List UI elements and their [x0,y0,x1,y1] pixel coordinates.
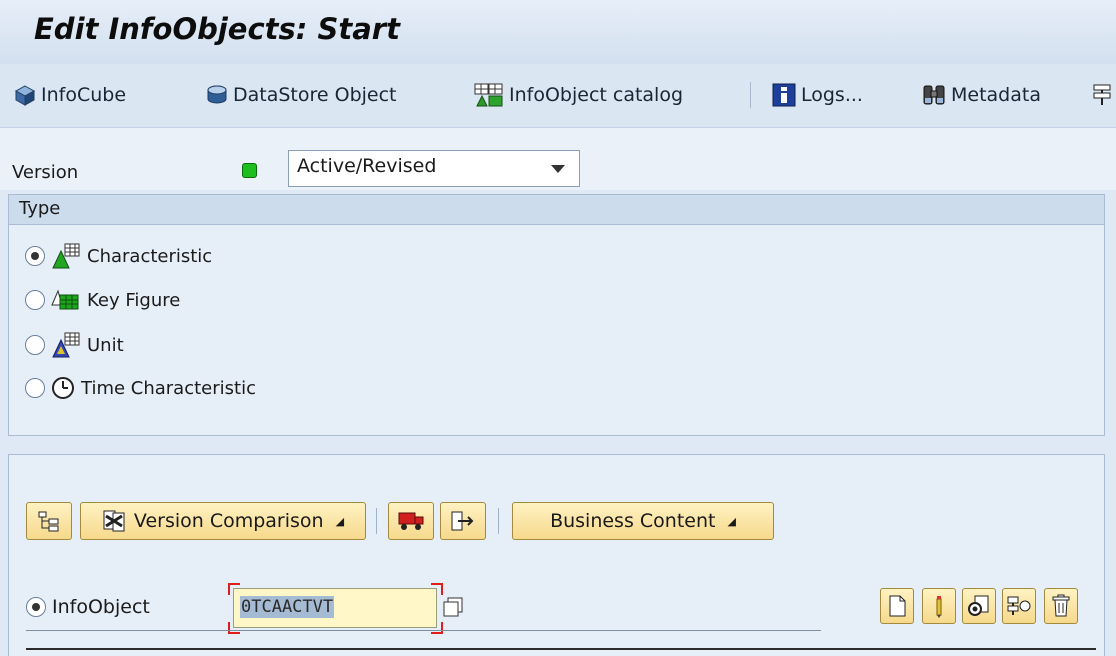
key-figure-icon [51,289,79,310]
radio-unit[interactable] [25,335,45,355]
version-comparison-label: Version Comparison [133,510,324,532]
application-toolbar: InfoCube DataStore Object InfoObject cat… [0,64,1116,128]
type-option-unit[interactable]: Unit [25,332,124,358]
divider [26,648,1096,650]
infoobject-input[interactable]: 0TCAACTVT [233,588,437,628]
required-marker [431,583,443,595]
tools-icon [1007,596,1031,615]
infoobject-label: InfoObject [52,596,150,618]
required-marker [228,622,240,634]
where-used-button[interactable] [440,502,486,540]
radio-characteristic[interactable] [25,246,45,266]
logs-button[interactable]: Logs... [772,78,863,112]
business-content-label: Business Content [550,510,716,532]
type-group-title: Type [9,195,1104,225]
type-group: Type Characteristic Key Figure Unit Time… [8,194,1105,436]
more-toolbar-icon[interactable] [1092,78,1114,112]
structure-icon [1093,84,1111,105]
button-separator [376,508,377,534]
infocube-icon [14,85,36,106]
type-option-key-figure[interactable]: Key Figure [25,287,180,313]
database-icon [207,85,227,104]
time-characteristic-label: Time Characteristic [81,377,256,399]
version-comparison-button[interactable]: Version Comparison ◢ [80,502,366,540]
value-help-icon [443,597,463,617]
infocube-label: InfoCube [41,84,127,106]
binoculars-icon [923,85,945,105]
delete-button[interactable] [1044,588,1078,624]
datastore-object-button[interactable]: DataStore Object [206,78,397,112]
catalog-icon [474,83,503,107]
divider [26,630,821,631]
business-content-button[interactable]: Business Content ◢ [512,502,774,540]
version-label: Version [12,162,79,183]
hierarchy-icon [38,511,59,532]
dropdown-arrow-icon: ◢ [335,514,345,528]
glasses-icon [968,595,989,616]
info-log-icon [772,83,796,107]
unit-icon [52,332,80,358]
clock-icon [52,377,74,399]
radio-key-figure[interactable] [25,290,45,310]
status-green-icon [242,163,257,178]
infoobject-input-value: 0TCAACTVT [240,596,335,618]
required-marker [431,622,443,634]
radio-time-characteristic[interactable] [25,378,45,398]
new-document-icon [889,595,906,617]
version-dropdown[interactable]: Active/Revised [288,150,580,187]
truck-icon [398,512,424,530]
radio-infoobject[interactable] [26,597,46,617]
change-button[interactable] [922,588,956,624]
characteristic-label: Characteristic [87,245,213,267]
infoobject-catalog-label: InfoObject catalog [509,84,684,106]
navigation-arrows-icon [451,511,474,531]
logs-label: Logs... [801,84,863,106]
button-separator [498,508,499,534]
type-option-characteristic[interactable]: Characteristic [25,243,212,269]
characteristic-icon [52,243,80,269]
hierarchy-button[interactable] [26,502,72,540]
infocube-button[interactable]: InfoCube [14,78,126,112]
unit-label: Unit [87,334,124,356]
type-option-time-characteristic[interactable]: Time Characteristic [25,376,256,400]
required-marker [228,583,240,595]
pencil-icon [936,596,942,618]
metadata-button[interactable]: Metadata [922,78,1041,112]
datastore-object-label: DataStore Object [233,84,397,106]
metadata-label: Metadata [951,84,1041,106]
page-title: Edit InfoObjects: Start [34,12,400,46]
infoobject-panel [8,454,1105,656]
value-help-button[interactable] [442,596,464,623]
dropdown-arrow-icon: ◢ [727,514,736,528]
title-bar: Edit InfoObjects: Start [0,0,1116,64]
infoobject-catalog-button[interactable]: InfoObject catalog [474,78,683,112]
display-button[interactable] [962,588,996,624]
version-selected-value: Active/Revised [297,155,437,177]
compare-icon [103,510,125,532]
key-figure-label: Key Figure [87,289,181,311]
create-button[interactable] [880,588,914,624]
transport-button[interactable] [388,502,434,540]
toolbar-separator [750,82,751,108]
maintain-button[interactable] [1002,588,1036,624]
trash-icon [1052,594,1070,617]
chevron-down-icon[interactable] [551,165,565,173]
infoobject-radio-option[interactable]: InfoObject [26,596,150,618]
